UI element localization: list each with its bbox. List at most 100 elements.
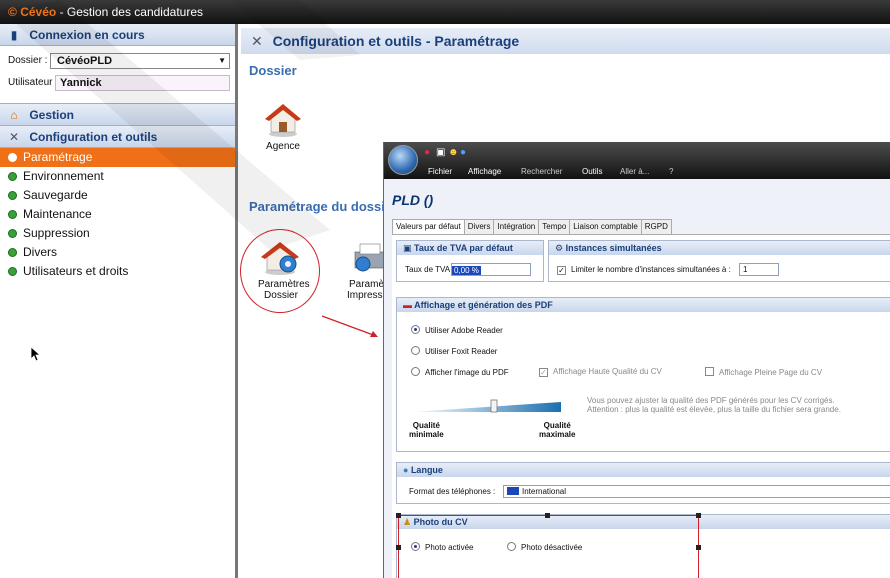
- nav-item-parametrage[interactable]: Paramétrage: [0, 148, 235, 167]
- tab-divers[interactable]: Divers: [463, 219, 495, 234]
- parametres-dossier-label-1: Paramètres: [258, 279, 310, 290]
- menu-fichier[interactable]: Fichier: [428, 164, 452, 179]
- tva-icon: ▣: [403, 243, 415, 253]
- printer-gear-icon: [354, 243, 383, 272]
- nav-item-maintenance[interactable]: Maintenance: [0, 205, 235, 224]
- dossier-row: Dossier : CévéoPLD ▼: [0, 50, 235, 72]
- config-header-label: Configuration et outils: [29, 130, 158, 144]
- instances-input[interactable]: 1: [739, 263, 779, 276]
- gestion-header-label: Gestion: [29, 108, 75, 122]
- dialog-menu-bar: Fichier Affichage Rechercher Outils Alle…: [384, 164, 890, 179]
- user-label: Utilisateur :: [8, 77, 59, 88]
- connexion-section-header[interactable]: ▮ Connexion en cours: [0, 24, 235, 46]
- handle-icon: [696, 513, 701, 518]
- tab-valeurs[interactable]: Valeurs par défaut: [392, 219, 465, 234]
- dialog-tabs: Valeurs par défaut Divers Intégration Tempo…: [392, 219, 672, 234]
- instances-header: ⚙ Instances simultanées: [549, 241, 890, 255]
- config-section-header[interactable]: ✕ Configuration et outils: [0, 126, 235, 148]
- bullet-icon: [8, 248, 17, 257]
- bullet-icon: [8, 210, 17, 219]
- connexion-header-label: Connexion en cours: [29, 28, 145, 42]
- title-separator: -: [59, 5, 64, 19]
- quality-max-label: Qualité maximale: [539, 421, 576, 439]
- menu-outils[interactable]: Outils: [582, 164, 602, 179]
- handle-icon: [545, 513, 550, 518]
- nav-item-utilisateurs[interactable]: Utilisateurs et droits: [0, 262, 235, 281]
- parametres-dossier-label-2: Dossier: [264, 290, 298, 301]
- handle-icon: [696, 545, 701, 550]
- radio-empty-icon: [411, 367, 420, 376]
- dossier-value: CévéoPLD: [57, 55, 113, 67]
- dossier-label: Dossier :: [8, 55, 48, 66]
- tab-rgpd[interactable]: RGPD: [640, 219, 672, 234]
- bullet-icon: [8, 267, 17, 276]
- window-title: Gestion des candidatures: [66, 5, 203, 19]
- quality-slider[interactable]: [411, 398, 561, 416]
- user-row: Utilisateur : Yannick: [0, 72, 235, 94]
- nav-item-environnement[interactable]: Environnement: [0, 167, 235, 186]
- bullet-icon: [8, 191, 17, 200]
- parametres-impression-label-1: Paramèt: [349, 279, 383, 290]
- tab-liaison[interactable]: Liaison comptable: [569, 219, 642, 234]
- radio-image-pdf[interactable]: Afficher l'image du PDF: [411, 367, 509, 377]
- menu-rechercher[interactable]: Rechercher: [521, 164, 562, 179]
- langue-card: ● Langue Format des téléphones : Interna…: [396, 462, 890, 504]
- nav-item-label: Maintenance: [23, 207, 92, 221]
- radio-foxit[interactable]: Utiliser Foxit Reader: [411, 346, 497, 356]
- ceveo-logo-icon: ©: [8, 5, 17, 19]
- bullet-icon: [8, 153, 17, 162]
- chk-pleine-page[interactable]: Affichage Pleine Page du CV: [705, 367, 822, 377]
- red-arrow-icon: [321, 315, 378, 337]
- nav-item-label: Environnement: [23, 169, 104, 183]
- chk-haute-qualite[interactable]: ✓ Affichage Haute Qualité du CV: [539, 367, 662, 377]
- dialog-title: PLD (): [392, 192, 434, 208]
- nav-item-suppression[interactable]: Suppression: [0, 224, 235, 243]
- quick-access-icon-1[interactable]: ●: [424, 147, 430, 158]
- menu-affichage[interactable]: Affichage: [468, 164, 501, 179]
- quick-access-icon-3[interactable]: ☻: [448, 147, 459, 158]
- tva-card: ▣ Taux de TVA par défaut Taux de TVA : 0…: [396, 240, 544, 282]
- user-field[interactable]: Yannick: [55, 75, 230, 91]
- pdf-icon: ▬: [403, 300, 415, 310]
- tools-icon: ✕: [8, 130, 20, 144]
- mouse-cursor-icon: [30, 346, 42, 362]
- instances-checkbox[interactable]: ✓ Limiter le nombre d'instances simultané…: [557, 265, 731, 275]
- tva-header: ▣ Taux de TVA par défaut: [397, 241, 543, 255]
- quick-access-icon-2[interactable]: ▣: [436, 147, 445, 158]
- tools-icon: ✕: [251, 33, 263, 49]
- tva-label: Taux de TVA :: [405, 265, 455, 274]
- main-header: ✕ Configuration et outils - Paramétrage: [241, 28, 890, 54]
- quality-min-label: Qualité minimale: [409, 421, 444, 439]
- pdf-info-line1: Vous pouvez ajuster la qualité des PDF g…: [587, 396, 835, 405]
- bullet-icon: [8, 229, 17, 238]
- handle-icon: [396, 513, 401, 518]
- menu-aller-a[interactable]: Aller à...: [620, 164, 649, 179]
- parametres-dossier-tile[interactable]: Paramètres Dossier: [258, 238, 310, 302]
- tva-input[interactable]: 0,00 %: [451, 263, 531, 276]
- nav-item-label: Paramétrage: [23, 150, 93, 164]
- radio-adobe[interactable]: Utiliser Adobe Reader: [411, 325, 503, 335]
- phone-format-select[interactable]: International: [503, 485, 890, 498]
- app-brand: Cévéo: [20, 5, 57, 19]
- pdf-card: ▬ Affichage et génération des PDF Utilis…: [396, 297, 890, 452]
- window-titlebar: © Cévéo - Gestion des candidatures: [0, 0, 890, 24]
- dossier-select[interactable]: CévéoPLD ▼: [50, 53, 230, 69]
- langue-header: ● Langue: [397, 463, 890, 477]
- house-gear-icon: [261, 242, 299, 275]
- quick-access-icon-4[interactable]: ●: [460, 147, 466, 158]
- nav-item-sauvegarde[interactable]: Sauvegarde: [0, 186, 235, 205]
- connexion-icon: ▮: [10, 28, 18, 42]
- gestion-section-header[interactable]: ⌂ Gestion: [0, 104, 235, 126]
- nav-item-label: Sauvegarde: [23, 188, 88, 202]
- nav-item-divers[interactable]: Divers: [0, 243, 235, 262]
- tab-integration[interactable]: Intégration: [493, 219, 540, 234]
- nav-item-label: Divers: [23, 245, 58, 259]
- tab-tempo[interactable]: Tempo: [538, 219, 571, 234]
- agence-tile[interactable]: Agence: [263, 100, 303, 160]
- flag-icon: [507, 487, 519, 495]
- radio-selected-icon: [411, 325, 420, 334]
- handle-icon: [396, 545, 401, 550]
- parametres-impression-tile[interactable]: Paramèt Impressi: [345, 238, 383, 302]
- nav-item-label: Utilisateurs et droits: [23, 264, 129, 278]
- menu-help[interactable]: ?: [669, 164, 673, 179]
